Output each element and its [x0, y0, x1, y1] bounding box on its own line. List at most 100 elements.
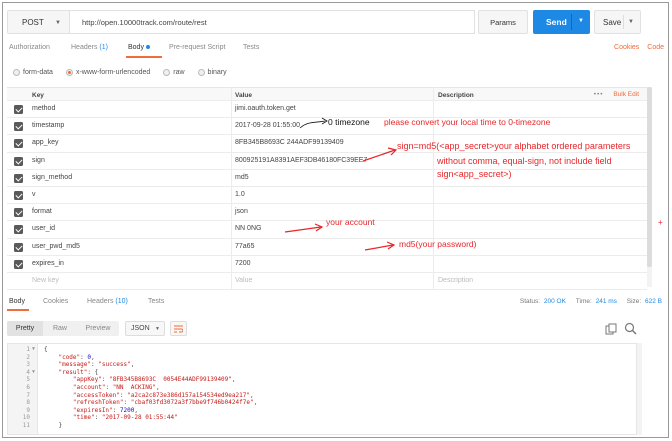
response-meta: Status: 200 OK Time: 241 ms Size: 622 B: [512, 298, 662, 305]
new-key-input[interactable]: New key: [32, 277, 59, 284]
radio-binary[interactable]: binary: [197, 68, 227, 76]
radio-form-data[interactable]: form-data: [13, 68, 53, 76]
response-tab-body[interactable]: Body: [9, 298, 25, 305]
radio-circle-icon: [163, 68, 171, 76]
format-preview-button[interactable]: Preview: [77, 321, 119, 336]
row-checkbox[interactable]: [14, 259, 23, 269]
tab-authorization[interactable]: Authorization: [9, 44, 50, 51]
more-options-icon[interactable]: •••: [594, 91, 604, 98]
new-value-input[interactable]: Value: [235, 277, 252, 284]
tab-headers-count: (1): [99, 44, 108, 51]
tab-pre-request-script[interactable]: Pre-request Script: [169, 44, 225, 51]
param-value[interactable]: 7200: [235, 260, 251, 267]
response-body-code[interactable]: 1 ▼{2 "code": 0, 3 "message": "success", 4 ▼…: [7, 343, 637, 435]
response-tab-cookies[interactable]: Cookies: [43, 298, 68, 305]
code-link[interactable]: Code: [647, 44, 664, 51]
param-value[interactable]: jimi.oauth.token.get: [235, 105, 296, 112]
format-type-select[interactable]: JSON ▼: [125, 321, 165, 336]
row-checkbox[interactable]: [14, 156, 23, 166]
json-colon: :: [123, 399, 131, 407]
url-input[interactable]: http://open.10000track.com/route/rest: [70, 10, 475, 34]
param-key[interactable]: app_key: [32, 139, 58, 146]
method-select[interactable]: POST ▼: [7, 10, 70, 34]
json-key-name: time: [76, 414, 91, 422]
params-scrollbar[interactable]: [647, 87, 652, 287]
table-row: method jimi.oauth.token.get: [7, 101, 647, 119]
json-value: "cbaf03fd3072a3f7bbe9f746b0424f7e": [130, 399, 254, 407]
radio-raw[interactable]: raw: [163, 68, 185, 76]
tab-headers[interactable]: Headers (1): [71, 44, 108, 51]
json-value: "8FB345B8693C 0054E44ADF99139409": [109, 376, 232, 384]
save-button[interactable]: Save ▼: [594, 10, 641, 34]
new-description-input[interactable]: Description: [438, 277, 473, 284]
response-tab-tests[interactable]: Tests: [148, 298, 164, 305]
param-key[interactable]: expires_in: [32, 260, 64, 267]
save-chevron-down-icon[interactable]: ▼: [628, 19, 634, 25]
row-checkbox[interactable]: [14, 190, 23, 200]
tab-tests[interactable]: Tests: [243, 44, 259, 51]
guide-mark: +: [658, 218, 663, 227]
param-value[interactable]: 77a65: [235, 243, 254, 250]
response-tab-headers-count: (10): [115, 298, 128, 305]
format-pretty-button[interactable]: Pretty: [7, 321, 43, 336]
search-icon[interactable]: [624, 322, 637, 335]
param-value[interactable]: 2017-09-28 01:55:00: [235, 122, 300, 129]
row-checkbox[interactable]: [14, 122, 23, 132]
row-checkbox[interactable]: [14, 242, 23, 252]
param-key[interactable]: method: [32, 105, 55, 112]
row-checkbox[interactable]: [14, 173, 23, 183]
param-key[interactable]: user_pwd_md5: [32, 243, 80, 250]
json-value: "NN ACKING": [112, 384, 157, 391]
send-divider: [571, 14, 572, 30]
table-row: timestamp 2017-09-28 01:55:00: [7, 118, 647, 136]
param-value[interactable]: NN 0NG: [235, 225, 261, 232]
url-text: http://open.10000track.com/route/rest: [82, 17, 207, 27]
code-line: 4 ▼ "result": {: [8, 369, 636, 377]
code-text: "appKey": "8FB345B8693C 0054E44ADF991394…: [44, 376, 236, 384]
param-key[interactable]: timestamp: [32, 122, 64, 129]
scrollbar-thumb[interactable]: [647, 87, 652, 267]
send-button[interactable]: Send ▼: [533, 10, 590, 34]
send-chevron-down-icon[interactable]: ▼: [578, 18, 584, 24]
annotation-sign-line1: sign=md5(<app_secret>your alphabet order…: [397, 141, 631, 151]
param-key[interactable]: v: [32, 191, 36, 198]
json-key-name: accessToken: [76, 391, 117, 399]
row-checkbox[interactable]: [14, 208, 23, 218]
param-value[interactable]: json: [235, 208, 248, 215]
wrap-lines-button[interactable]: [170, 321, 187, 336]
param-value[interactable]: 1.0: [235, 191, 245, 198]
row-checkbox[interactable]: [14, 225, 23, 235]
annotation-convert-time: please convert your local time to 0-time…: [384, 117, 551, 127]
json-value: "2017-09-28 01:55:44": [101, 414, 178, 422]
wrap-lines-icon: [174, 325, 183, 332]
code-text: "accessToken": "a2ca2c873e386d157a154534…: [44, 392, 254, 400]
chevron-down-icon: ▼: [55, 20, 61, 26]
row-checkbox[interactable]: [14, 105, 23, 114]
param-key[interactable]: sign: [32, 157, 45, 164]
bulk-edit-link[interactable]: Bulk Edit: [613, 91, 639, 98]
row-checkbox[interactable]: [14, 139, 23, 149]
params-button[interactable]: Params: [478, 10, 528, 34]
code-scrollbar[interactable]: [637, 343, 642, 435]
response-active-tab-indicator: [7, 309, 29, 311]
format-raw-button[interactable]: Raw: [45, 321, 75, 336]
fold-toggle-icon[interactable]: ▼: [32, 369, 35, 377]
fold-toggle-icon[interactable]: ▼: [32, 346, 35, 354]
copy-icon[interactable]: [605, 323, 617, 335]
table-row: user_pwd_md5 77a65: [7, 239, 647, 256]
param-key[interactable]: user_id: [32, 225, 55, 232]
param-value[interactable]: 8FB345B8693C 244ADF99139409: [235, 139, 344, 146]
response-tab-headers[interactable]: Headers (10): [87, 298, 128, 305]
param-value[interactable]: 800925191A8391AEF3DB46180FC39EE7: [235, 157, 367, 164]
cookies-link[interactable]: Cookies: [614, 44, 639, 51]
param-value[interactable]: md5: [235, 174, 249, 181]
json-key-name: expiresIn: [76, 406, 110, 414]
annotation-sign-line3: sign<app_secret>): [437, 169, 512, 179]
radio-x-www-form-urlencoded[interactable]: x-www-form-urlencoded: [65, 68, 150, 76]
param-key[interactable]: sign_method: [32, 174, 72, 181]
tab-body[interactable]: Body: [128, 44, 150, 51]
param-key[interactable]: format: [32, 208, 52, 215]
code-text: "time": "2017-09-28 01:55:44": [44, 414, 178, 422]
status-label: Status:: [519, 298, 541, 305]
json-comma: ,: [231, 376, 236, 384]
